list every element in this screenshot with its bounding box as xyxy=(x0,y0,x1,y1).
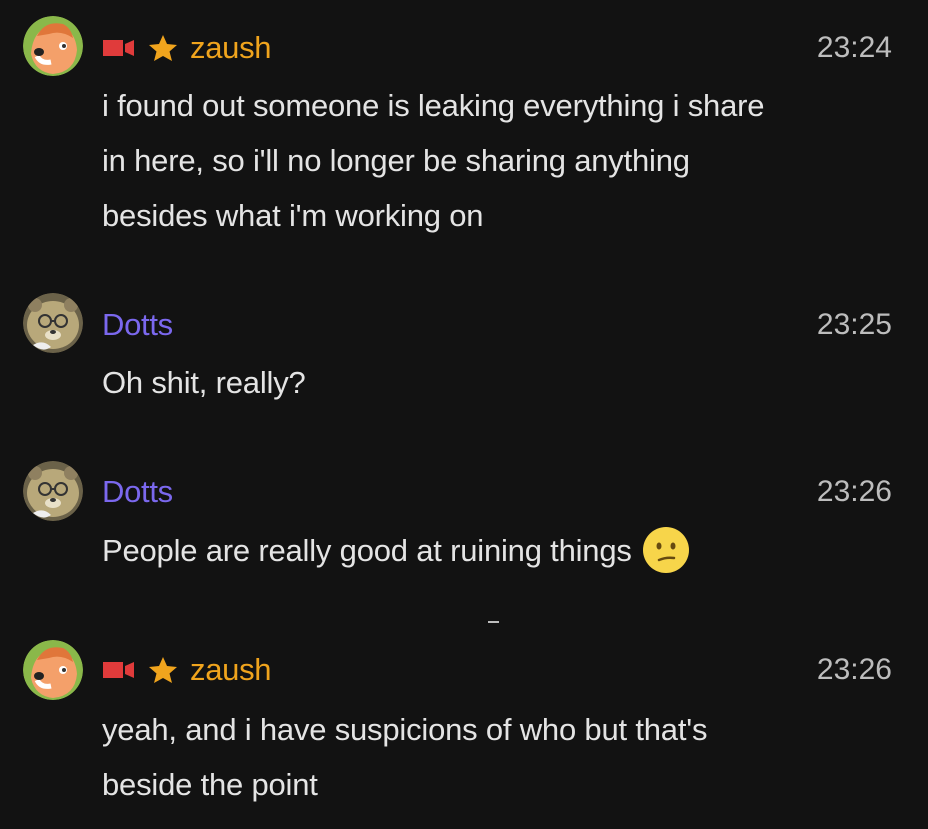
message-line: Oh shit, really? xyxy=(102,365,306,400)
star-icon xyxy=(148,34,178,62)
bear-avatar-icon xyxy=(23,461,83,521)
message-line: yeah, and i have suspicions of who but t… xyxy=(102,712,708,747)
username[interactable]: Dotts xyxy=(102,305,173,345)
message-text: i found out someone is leaking everythin… xyxy=(102,78,902,243)
message-header: Dotts xyxy=(102,472,173,512)
timestamp: 23:25 xyxy=(816,308,892,341)
username[interactable]: zaush xyxy=(190,28,272,68)
message-line-text: People are really good at ruining things xyxy=(102,533,632,568)
camera-icon xyxy=(102,660,136,680)
star-icon xyxy=(148,656,178,684)
avatar-dotts[interactable] xyxy=(23,461,83,521)
divider xyxy=(488,621,499,623)
message-line: in here, so i'll no longer be sharing an… xyxy=(102,143,690,178)
message-text: yeah, and i have suspicions of who but t… xyxy=(102,702,902,812)
message-line: People are really good at ruining things xyxy=(102,523,902,578)
fox-avatar-icon xyxy=(23,16,83,76)
message-line: besides what i'm working on xyxy=(102,198,484,233)
timestamp: 23:26 xyxy=(816,475,892,508)
timestamp: 23:24 xyxy=(816,31,892,64)
camera-icon xyxy=(102,38,136,58)
message-line: i found out someone is leaking everythin… xyxy=(102,88,765,123)
avatar-dotts[interactable] xyxy=(23,293,83,353)
message-header: zaush xyxy=(102,28,272,68)
message-text: People are really good at ruining things xyxy=(102,523,902,578)
fox-avatar-icon xyxy=(23,640,83,700)
message-header: zaush xyxy=(102,650,272,690)
message-text: Oh shit, really? xyxy=(102,355,902,410)
message-header: Dotts xyxy=(102,305,173,345)
timestamp: 23:26 xyxy=(816,653,892,686)
username[interactable]: Dotts xyxy=(102,472,173,512)
bear-avatar-icon xyxy=(23,293,83,353)
avatar-zaush[interactable] xyxy=(23,640,83,700)
confused-face-emoji xyxy=(642,526,690,574)
username[interactable]: zaush xyxy=(190,650,272,690)
message-line: beside the point xyxy=(102,767,318,802)
avatar-zaush[interactable] xyxy=(23,16,83,76)
